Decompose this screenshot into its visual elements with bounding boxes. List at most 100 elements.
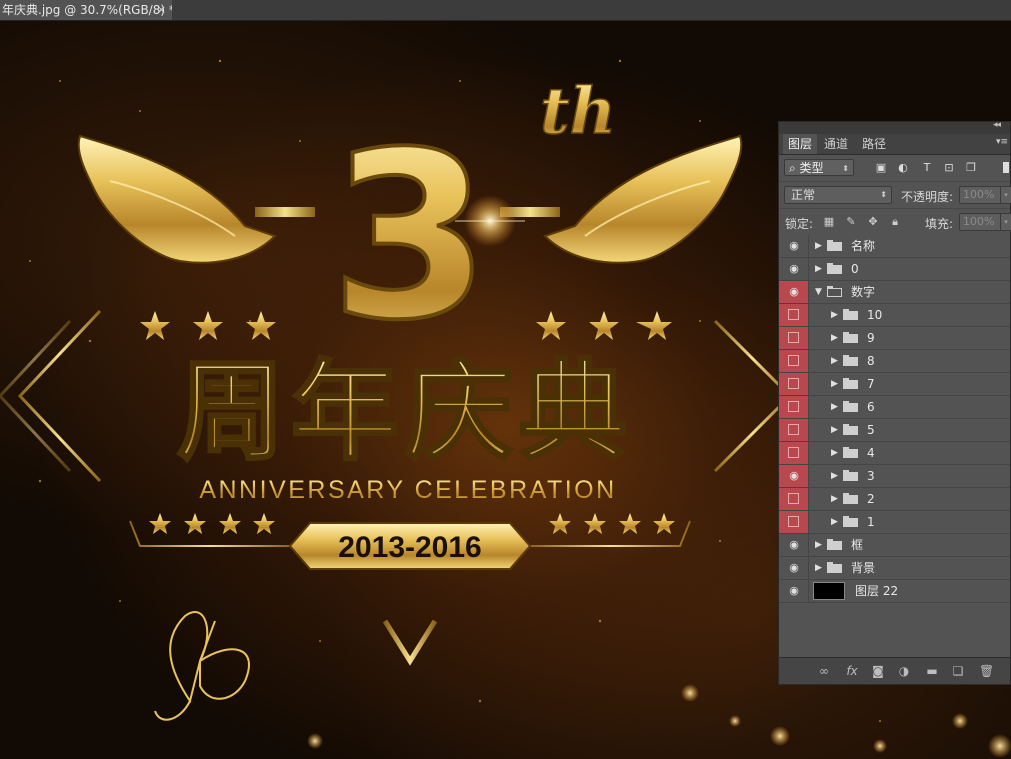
trash-icon[interactable]: 🗑︎ [979,664,994,678]
expand-arrow-icon[interactable]: ▶ [831,470,839,482]
collapse-icon[interactable]: ◂◂ [993,120,1001,130]
years-text: 2013-2016 [338,531,481,564]
visibility-toggle[interactable]: ◉ [779,465,809,487]
hidden-box-icon [788,309,799,320]
close-icon[interactable]: × [157,0,166,20]
eye-icon: ◉ [789,561,799,574]
visibility-toggle[interactable]: ◉ [779,580,809,602]
layer-row[interactable]: ▶ 4 [779,442,1010,465]
layer-name: 框 [851,538,864,552]
big-number: 3 [330,104,490,371]
expand-arrow-icon[interactable]: ▶ [831,378,839,390]
layer-name: 数字 [851,285,876,299]
expand-arrow-icon[interactable]: ▶ [831,309,839,321]
mask-icon[interactable]: ◙ [871,664,885,678]
layer-row[interactable]: ◉ ▶ 名称 [779,235,1010,258]
expand-arrow-icon[interactable]: ▶ [831,424,839,436]
lock-position-icon[interactable]: ✥ [867,216,879,228]
visibility-toggle[interactable] [779,350,809,372]
layer-row[interactable]: ▶ 8 [779,350,1010,373]
link-icon[interactable]: ∞ [817,664,831,678]
expand-arrow-icon[interactable]: ▶ [831,332,839,344]
opacity-input[interactable]: 100% [959,186,1005,204]
visibility-toggle[interactable] [779,419,809,441]
expand-arrow-icon[interactable]: ▶ [831,401,839,413]
layer-row[interactable]: ▶ 5 [779,419,1010,442]
tab-channels[interactable]: 通道 [819,134,853,154]
visibility-toggle[interactable]: ◉ [779,557,809,579]
tab-layers[interactable]: 图层 [783,134,818,154]
layer-row[interactable]: ◉ 图层 22 [779,580,1010,603]
down-chevron [382,619,438,666]
folder-icon [827,562,842,573]
filter-toggle-icon[interactable] [1003,162,1009,173]
layer-row[interactable]: ▶ 6 [779,396,1010,419]
expand-arrow-icon[interactable]: ▶ [815,539,823,551]
visibility-toggle[interactable] [779,396,809,418]
filter-kind-label: 类型 [799,161,824,175]
shape-filter-icon[interactable]: ⊡ [943,162,955,173]
expand-arrow-icon[interactable]: ▶ [831,447,839,459]
filter-kind-select[interactable]: ⌕ 类型 ⬍ [784,159,854,176]
blend-mode-label: 正常 [791,188,816,202]
visibility-toggle[interactable] [779,511,809,533]
document-tab[interactable]: 年庆典.jpg @ 30.7%(RGB/8) * × [0,0,172,20]
fill-input[interactable]: 100% [959,213,1005,231]
layer-row[interactable]: ▶ 9 [779,327,1010,350]
visibility-toggle[interactable] [779,304,809,326]
layer-name: 6 [867,400,875,414]
panel-menu-icon[interactable]: ▾≡ [996,137,1008,147]
blend-mode-select[interactable]: 正常 ⬍ [784,186,892,204]
expand-arrow-icon[interactable]: ▶ [815,263,823,275]
collapse-arrow-icon[interactable]: ▼ [815,286,823,298]
lock-transparency-icon[interactable]: ▦ [823,216,835,228]
layer-row[interactable]: ◉ ▶ 框 [779,534,1010,557]
layer-name: 2 [867,492,875,506]
folder-icon [843,447,858,458]
lock-all-icon[interactable]: 🔒︎ [889,216,901,228]
visibility-toggle[interactable]: ◉ [779,281,809,303]
panel-tabs: 图层 通道 路径 ▾≡ [779,134,1010,155]
layer-name: 1 [867,515,875,529]
adjustment-icon[interactable]: ◑ [897,664,911,678]
expand-arrow-icon[interactable]: ▶ [815,562,823,574]
visibility-toggle[interactable]: ◉ [779,235,809,257]
pixel-filter-icon[interactable]: ▣ [875,162,887,173]
panel-titlebar[interactable]: ◂◂ [779,120,1010,134]
layer-name: 9 [867,331,875,345]
visibility-toggle[interactable]: ◉ [779,258,809,280]
visibility-toggle[interactable] [779,488,809,510]
new-layer-icon[interactable]: ❏ [951,664,965,678]
layer-row[interactable]: ▶ 10 [779,304,1010,327]
expand-arrow-icon[interactable]: ▶ [831,516,839,528]
type-filter-icon[interactable]: T [921,162,933,173]
lock-brush-icon[interactable]: ✎ [845,216,857,228]
visibility-toggle[interactable]: ◉ [779,534,809,556]
subtitle-en: ANNIVERSARY CELEBRATION [199,476,616,504]
expand-arrow-icon[interactable]: ▶ [815,240,823,252]
visibility-toggle[interactable] [779,442,809,464]
opacity-label: 不透明度: [901,190,954,204]
search-icon: ⌕ [789,161,800,175]
opacity-dropdown-icon[interactable]: ▾ [1000,186,1011,204]
tab-paths[interactable]: 路径 [857,134,891,154]
smart-object-filter-icon[interactable]: ❐ [965,162,977,173]
layer-row[interactable]: ▶ 2 [779,488,1010,511]
layer-row[interactable]: ▶ 7 [779,373,1010,396]
layers-panel: ◂◂ 图层 通道 路径 ▾≡ ⌕ 类型 ⬍ ▣ ◐ T ⊡ ❐ 正常 ⬍ 不透明… [778,120,1011,685]
expand-arrow-icon[interactable]: ▶ [831,355,839,367]
layer-row[interactable]: ◉ ▶ 背景 [779,557,1010,580]
layer-row[interactable]: ▶ 1 [779,511,1010,534]
layer-row[interactable]: ◉ ▶ 0 [779,258,1010,281]
new-group-icon[interactable]: ▬ [925,664,939,678]
fill-dropdown-icon[interactable]: ▾ [1000,213,1011,231]
layer-row[interactable]: ◉ ▶ 3 [779,465,1010,488]
expand-arrow-icon[interactable]: ▶ [831,493,839,505]
visibility-toggle[interactable] [779,327,809,349]
adjustment-filter-icon[interactable]: ◐ [897,162,909,173]
folder-icon [827,263,842,274]
fx-icon[interactable]: fx [845,664,859,678]
layer-row[interactable]: ◉ ▼ 数字 [779,281,1010,304]
layer-name: 0 [851,262,859,276]
visibility-toggle[interactable] [779,373,809,395]
